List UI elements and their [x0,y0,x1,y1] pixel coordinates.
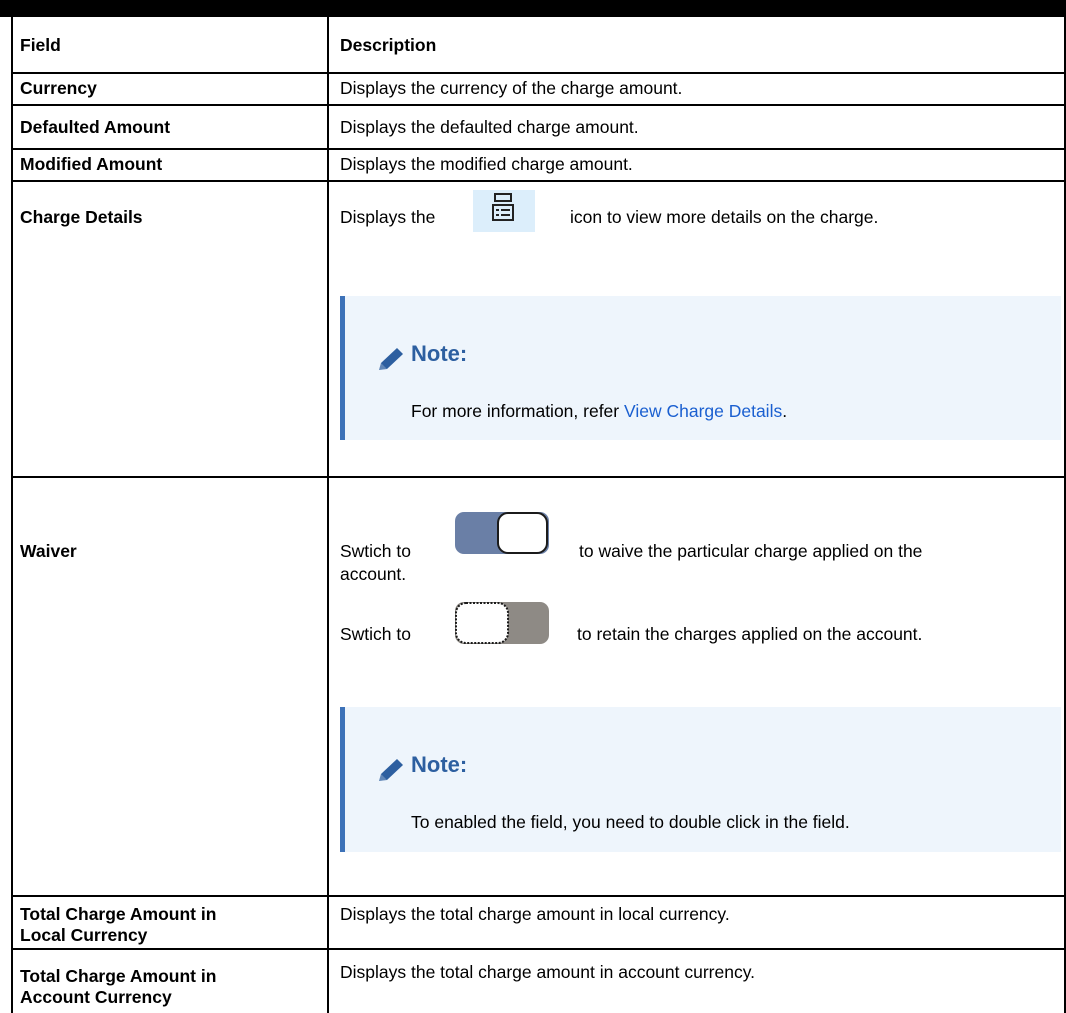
waiver-line2-before: Swtich to [340,624,411,644]
row-divider [11,476,1066,478]
description-total-local: Displays the total charge amount in loca… [340,904,730,924]
field-total-local-line1: Total Charge Amount in [20,904,217,924]
note-text: To enabled the field, you need to double… [411,812,850,832]
pencil-icon [379,759,403,781]
waiver-line2-after: to retain the charges applied on the acc… [577,624,923,644]
toggle-on-icon [455,512,549,554]
header-description: Description [340,35,437,55]
view-charge-details-link[interactable]: View Charge Details [624,401,782,421]
charge-details-text-after: icon to view more details on the charge. [570,207,879,227]
pencil-icon [379,348,403,370]
field-waiver: Waiver [20,541,77,561]
row-divider [11,72,1066,74]
field-total-account-line1: Total Charge Amount in [20,966,217,986]
column-divider [327,17,329,1013]
charge-details-text-before: Displays the [340,207,436,227]
row-divider [11,104,1066,106]
charge-details-icon [473,190,535,232]
note-title: Note: [411,752,468,777]
waiver-line1-before: Swtich to [340,541,411,561]
field-total-local-line2: Local Currency [20,925,148,945]
field-total-account-line2: Account Currency [20,987,172,1007]
field-modified-amount: Modified Amount [20,154,163,174]
description-defaulted-amount: Displays the defaulted charge amount. [340,117,639,137]
row-divider [11,895,1066,897]
field-charge-details: Charge Details [20,207,143,227]
note-text: For more information, refer View Charge … [411,401,788,421]
row-divider [11,948,1066,950]
field-currency: Currency [20,78,97,98]
description-total-account: Displays the total charge amount in acco… [340,962,756,982]
table-border-left [11,17,13,1013]
description-currency: Displays the currency of the charge amou… [340,78,683,98]
note-waiver: Note: To enabled the field, you need to … [340,707,1061,852]
header-field: Field [20,35,61,55]
toggle-off-icon [455,602,549,644]
note-title: Note: [411,341,468,366]
field-defaulted-amount: Defaulted Amount [20,117,171,137]
waiver-line1-cont: account. [340,564,407,584]
description-modified-amount: Displays the modified charge amount. [340,154,633,174]
row-divider [11,148,1066,150]
top-border [0,0,1066,17]
row-divider [11,180,1066,182]
note-charge-details: Note: For more information, refer View C… [340,296,1061,440]
waiver-line1-after: to waive the particular charge applied o… [579,541,923,561]
